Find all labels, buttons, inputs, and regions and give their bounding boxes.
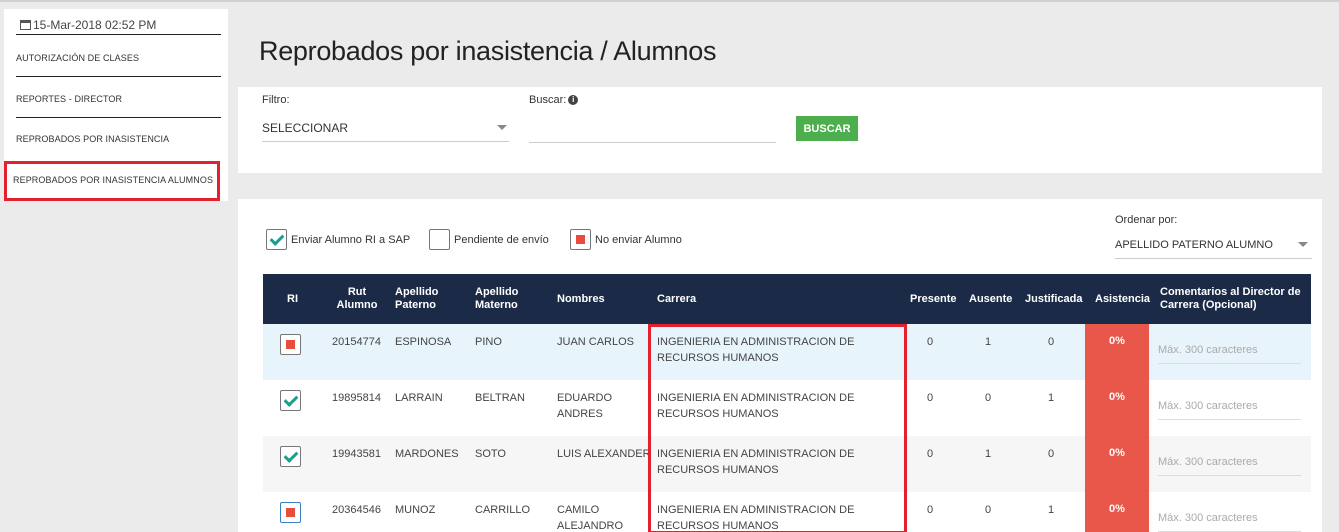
comment-input[interactable]	[1158, 336, 1301, 364]
ri-checkbox[interactable]	[280, 446, 301, 467]
filtro-label: Filtro:	[262, 94, 290, 106]
table-row: 19895814 LARRAIN BELTRAN EDUARDO ANDRES …	[263, 380, 1311, 436]
cell-justificada: 0	[1047, 336, 1055, 348]
legend-send-label: Enviar Alumno RI a SAP	[291, 233, 411, 246]
table-row: 20154774 ESPINOSA PINO JUAN CARLOS INGEN…	[263, 324, 1311, 380]
cell-justificada: 1	[1047, 392, 1055, 404]
legend-send: Enviar Alumno RI a SAP	[266, 229, 410, 250]
cell-asistencia: 0%	[1085, 436, 1149, 492]
students-table: RI Rut Alumno Apellido Paterno Apellido …	[263, 274, 1311, 532]
red-square-icon	[570, 229, 591, 250]
buscar-button[interactable]: BUSCAR	[796, 116, 858, 141]
th-ap-paterno[interactable]: Apellido Paterno	[395, 274, 438, 324]
cell-ap-materno: BELTRAN	[475, 392, 525, 404]
comment-input[interactable]	[1158, 448, 1301, 476]
order-value: APELLIDO PATERNO ALUMNO	[1115, 238, 1273, 251]
legend-pending-label: Pendiente de envío	[454, 233, 549, 246]
cell-carrera: INGENIERIA EN ADMINISTRACION DE RECURSOS…	[657, 336, 855, 364]
sidebar-item-reprobados[interactable]: REPROBADOS POR INASISTENCIA	[16, 134, 221, 144]
th-presente[interactable]: Presente	[910, 274, 956, 324]
cell-nombres: LUIS ALEXANDER	[557, 448, 651, 460]
legend-no-send: No enviar Alumno	[570, 229, 682, 250]
cell-nombres: CAMILO ALEJANDRO	[557, 504, 624, 532]
main-panel: Enviar Alumno RI a SAP Pendiente de enví…	[238, 199, 1322, 532]
cell-ap-paterno: ESPINOSA	[395, 336, 452, 348]
cell-justificada: 1	[1047, 504, 1055, 516]
cell-carrera: INGENIERIA EN ADMINISTRACION DE RECURSOS…	[657, 448, 855, 476]
cell-asistencia: 0%	[1085, 324, 1149, 380]
order-label: Ordenar por:	[1115, 214, 1178, 226]
cell-asistencia: 0%	[1085, 380, 1149, 436]
cell-asistencia: 0%	[1085, 492, 1149, 532]
cell-presente: 0	[926, 392, 934, 404]
chevron-down-icon	[1298, 242, 1308, 247]
th-nombres[interactable]: Nombres	[557, 274, 605, 324]
comment-input[interactable]	[1158, 504, 1301, 532]
cell-rut: 19895814	[332, 392, 381, 404]
search-input[interactable]	[529, 115, 776, 143]
cell-ap-paterno: LARRAIN	[395, 392, 443, 404]
th-ausente[interactable]: Ausente	[969, 274, 1012, 324]
cell-ap-paterno: MARDONES	[395, 448, 459, 460]
cell-nombres: EDUARDO ANDRES	[557, 392, 613, 420]
calendar-icon	[20, 19, 31, 30]
table-row: 19943581 MARDONES SOTO LUIS ALEXANDER IN…	[263, 436, 1311, 492]
buscar-label: Buscar:	[529, 94, 567, 106]
page-title: Reprobados por inasistencia / Alumnos	[259, 36, 717, 66]
th-ri[interactable]: RI	[287, 274, 298, 324]
filtro-select[interactable]: SELECCIONAR	[262, 114, 509, 142]
cell-ap-paterno: MUNOZ	[395, 504, 436, 516]
buscar-label-wrap: Buscar: i	[529, 94, 579, 106]
th-comentarios[interactable]: Comentarios al Director de Carrera (Opci…	[1160, 274, 1301, 324]
chevron-down-icon	[497, 125, 507, 130]
legend-no-send-label: No enviar Alumno	[595, 233, 682, 246]
table-row: 20364546 MUNOZ CARRILLO CAMILO ALEJANDRO…	[263, 492, 1311, 532]
checkmark-icon	[266, 229, 287, 250]
sidebar-item-reportes[interactable]: REPORTES - DIRECTOR	[16, 94, 221, 104]
cell-presente: 0	[926, 336, 934, 348]
cell-rut: 20154774	[332, 336, 381, 348]
cell-ap-materno: SOTO	[475, 448, 506, 460]
cell-ausente: 0	[984, 392, 992, 404]
order-select[interactable]: APELLIDO PATERNO ALUMNO	[1115, 231, 1312, 259]
th-carrera[interactable]: Carrera	[657, 274, 696, 324]
cell-justificada: 0	[1047, 448, 1055, 460]
sidebar: 15-Mar-2018 02:52 PM AUTORIZACIÓN DE CLA…	[4, 9, 228, 201]
ri-checkbox[interactable]	[280, 390, 301, 411]
empty-box-icon	[429, 229, 450, 250]
table-header: RI Rut Alumno Apellido Paterno Apellido …	[263, 274, 1311, 324]
legend-pending: Pendiente de envío	[429, 229, 549, 250]
cell-rut: 19943581	[332, 448, 381, 460]
th-asistencia[interactable]: Asistencia	[1095, 274, 1150, 324]
date-text: 15-Mar-2018 02:52 PM	[33, 17, 157, 32]
cell-carrera: INGENIERIA EN ADMINISTRACION DE RECURSOS…	[657, 392, 855, 420]
cell-ap-materno: CARRILLO	[475, 504, 531, 516]
top-border	[0, 0, 1339, 2]
info-icon[interactable]: i	[568, 95, 579, 106]
sidebar-item-autorizacion[interactable]: AUTORIZACIÓN DE CLASES	[16, 53, 221, 63]
ri-checkbox[interactable]	[280, 334, 301, 355]
ri-checkbox[interactable]	[280, 502, 301, 523]
filter-panel: Filtro: SELECCIONAR Buscar: i BUSCAR	[238, 87, 1322, 173]
comment-input[interactable]	[1158, 392, 1301, 420]
cell-presente: 0	[926, 448, 934, 460]
cell-presente: 0	[926, 504, 934, 516]
th-ap-materno[interactable]: Apellido Materno	[475, 274, 518, 324]
sidebar-date: 15-Mar-2018 02:52 PM	[16, 15, 221, 35]
cell-ausente: 0	[984, 504, 992, 516]
cell-nombres: JUAN CARLOS	[557, 336, 635, 348]
cell-ausente: 1	[984, 448, 992, 460]
th-justificada[interactable]: Justificada	[1025, 274, 1082, 324]
cell-ausente: 1	[984, 336, 992, 348]
active-item-highlight	[4, 161, 220, 201]
cell-carrera: INGENIERIA EN ADMINISTRACION DE RECURSOS…	[657, 504, 855, 532]
divider	[16, 76, 221, 77]
cell-ap-materno: PINO	[475, 336, 502, 348]
filtro-value: SELECCIONAR	[262, 120, 349, 135]
divider	[16, 117, 221, 118]
cell-rut: 20364546	[332, 504, 381, 516]
th-rut[interactable]: Rut Alumno	[332, 274, 382, 324]
